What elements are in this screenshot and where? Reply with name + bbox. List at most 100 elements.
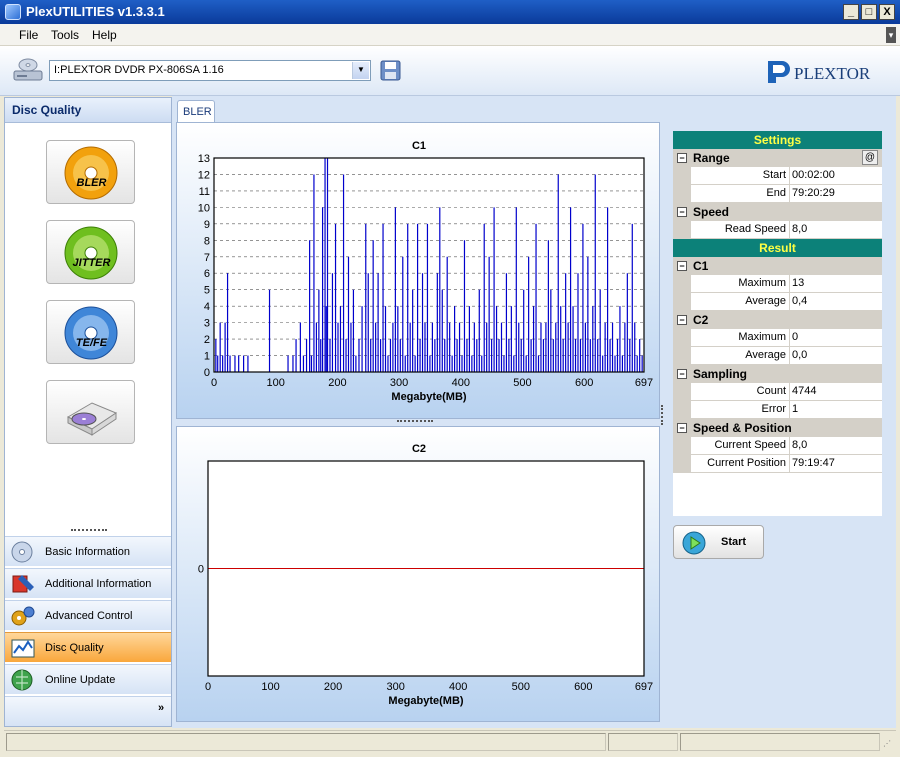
range-group[interactable]: − Range @ [673,149,882,167]
nav-additional-information[interactable]: Additional Information [5,568,171,598]
x-tick-label: 697 [635,681,653,693]
y-tick-label: 6 [204,268,210,280]
tab-bler[interactable]: BLER [177,100,215,122]
x-tick-label: 300 [390,377,408,389]
x-tick-label: 0 [211,377,217,389]
y-tick-label: 4 [204,301,210,313]
x-tick-label: 500 [513,377,531,389]
c1-chart-panel: C1 0 1 2 3 4 5 6 7 8 9 10 11 12 13 0 100 200 300 400 500 600… [176,122,660,419]
chevron-down-icon[interactable]: ▼ [352,62,369,79]
c1-max-row: Maximum 13 [673,275,882,293]
panel-vertical-splitter[interactable] [661,405,664,425]
bler-button[interactable]: BLER [46,140,135,204]
status-cell-3 [680,733,880,751]
speed-position-group-label: Speed & Position [693,421,792,435]
tools-info-icon [12,575,34,593]
save-icon[interactable] [380,60,401,81]
range-start-row: Start 00:02:00 [673,167,882,185]
nav-footer [5,696,171,726]
menu-tools[interactable]: Tools [51,28,79,42]
jitter-button[interactable]: JITTER [46,220,135,284]
menu-file[interactable]: File [19,28,38,42]
nav-advanced-control[interactable]: Advanced Control [5,600,171,630]
chart-splitter[interactable] [397,420,433,424]
menu-help[interactable]: Help [92,28,117,42]
nav-disc-quality[interactable]: Disc Quality [5,632,171,662]
status-cell-main [6,733,606,751]
range-start-value[interactable]: 00:02:00 [789,167,882,185]
collapse-sampling-icon[interactable]: − [677,369,687,379]
start-button-label: Start [721,536,747,548]
c1-max-value: 13 [789,275,882,293]
c1-avg-label: Average [691,293,789,311]
range-edit-button[interactable]: @ [862,150,878,165]
c2-avg-value: 0,0 [789,347,882,365]
collapse-speed-icon[interactable]: − [677,207,687,217]
drive-icon [13,58,43,81]
current-position-value: 79:19:47 [789,455,882,473]
left-panel-title: Disc Quality [5,98,171,123]
panel-splitter[interactable] [71,529,107,533]
collapse-c2-icon[interactable]: − [677,315,687,325]
settings-header: Settings [673,131,882,149]
sampling-group-label: Sampling [693,367,748,381]
c2-chart-panel: C2 0 0 100 200 300 400 500 600 697 Megabyte(MB) [176,426,660,722]
tefe-button[interactable]: TE/FE [46,300,135,364]
start-button[interactable]: Start [673,525,764,559]
y-tick-label: 8 [204,235,210,247]
range-end-value[interactable]: 79:20:29 [789,185,882,203]
read-speed-label: Read Speed [691,221,789,239]
y-tick-label: 1 [204,351,210,363]
nav-online-update[interactable]: Online Update [5,664,171,694]
c2-max-value: 0 [789,329,882,347]
x-tick-label: 200 [328,377,346,389]
gears-icon [11,606,35,626]
x-tick-label: 300 [386,681,404,693]
nav-online-update-label: Online Update [45,674,116,686]
current-speed-row: Current Speed 8,0 [673,437,882,455]
y-tick-label: 3 [204,318,210,330]
drive-select[interactable]: I:PLEXTOR DVDR PX-806SA 1.16 ▼ [49,60,371,81]
speed-group[interactable]: − Speed [673,203,882,221]
optical-drive-icon [66,402,118,436]
x-axis-label: Megabyte(MB) [388,695,464,707]
y-tick-label: 13 [198,153,210,165]
sampling-group[interactable]: − Sampling [673,365,882,383]
sampling-count-row: Count 4744 [673,383,882,401]
range-end-label: End [691,185,789,203]
c2-group[interactable]: − C2 [673,311,882,329]
y-tick-label: 9 [204,219,210,231]
read-speed-value[interactable]: 8,0 [789,221,882,239]
maximize-button[interactable]: □ [861,4,877,20]
c1-group[interactable]: − C1 [673,257,882,275]
y-tick-label: 2 [204,334,210,346]
more-nav-icon[interactable]: » [158,702,164,714]
chart-icon [11,639,35,658]
nav-basic-information[interactable]: Basic Information [5,536,171,566]
x-tick-label: 697 [635,377,653,389]
collapse-range-icon[interactable]: − [677,153,687,163]
c1-group-label: C1 [693,259,709,273]
nav-disc-quality-label: Disc Quality [45,642,104,654]
x-tick-label: 0 [205,681,211,693]
c2-avg-label: Average [691,347,789,365]
x-tick-label: 400 [452,377,470,389]
resize-grip-icon[interactable]: ⋰ [883,739,893,749]
y-tick-label: 10 [198,202,210,214]
collapse-c1-icon[interactable]: − [677,261,687,271]
c2-group-label: C2 [693,313,709,327]
sampling-error-value: 1 [789,401,882,419]
window-title: PlexUTILITIES v1.3.3.1 [26,4,165,19]
c2-max-row: Maximum 0 [673,329,882,347]
c1-max-label: Maximum [691,275,789,293]
speed-position-group[interactable]: − Speed & Position [673,419,882,437]
y-tick-label: 11 [199,186,210,198]
close-button[interactable]: X [879,4,895,20]
svg-text:PLEXTOR: PLEXTOR [794,64,871,83]
drive-tool-button[interactable] [46,380,135,444]
nav-additional-information-label: Additional Information [45,578,152,590]
menu-overflow-icon[interactable]: ▾ [886,27,896,43]
minimize-button[interactable]: _ [843,4,859,20]
y-tick-label: 0 [198,564,204,576]
collapse-speed-position-icon[interactable]: − [677,423,687,433]
